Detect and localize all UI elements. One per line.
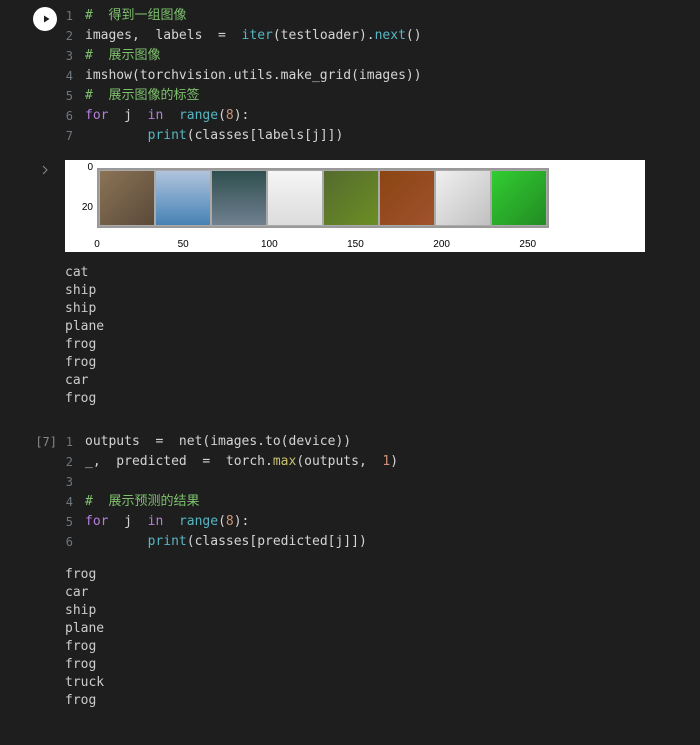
code-line: 6 print(classes[predicted[j]]) [65, 532, 690, 552]
line-number: 1 [65, 432, 85, 452]
thumbnail-frog [379, 170, 435, 226]
output-line: plane [65, 620, 690, 638]
output-line: cat [65, 264, 690, 282]
output-line: frog [65, 656, 690, 674]
line-number: 1 [65, 6, 85, 26]
thumbnail-cat [99, 170, 155, 226]
code-cell-2: [7] 1outputs = net(images.to(device))2_,… [0, 426, 700, 560]
code-line: 1# 得到一组图像 [65, 6, 690, 26]
output-line: plane [65, 318, 690, 336]
y-tick-label: 20 [75, 199, 93, 217]
output-line: car [65, 372, 690, 390]
x-tick-label: 100 [261, 236, 278, 254]
code-body-1[interactable]: 1# 得到一组图像2images, labels = iter(testload… [65, 0, 700, 154]
run-button[interactable] [33, 7, 57, 31]
code-line: 2_, predicted = torch.max(outputs, 1) [65, 452, 690, 472]
cell-gutter: [7] [0, 426, 65, 560]
code-body-2[interactable]: 1outputs = net(images.to(device))2_, pre… [65, 426, 700, 560]
code-line: 2images, labels = iter(testloader).next(… [65, 26, 690, 46]
output-line: ship [65, 602, 690, 620]
output-icon[interactable] [37, 160, 53, 416]
code-line: 6for j in range(8): [65, 106, 690, 126]
output-gutter [0, 562, 65, 718]
y-tick-label: 0 [75, 159, 93, 177]
output-line: frog [65, 638, 690, 656]
code-line: 3 [65, 472, 690, 492]
play-icon [40, 13, 52, 25]
line-number: 7 [65, 126, 85, 146]
output-line: ship [65, 282, 690, 300]
thumbnail-ship [211, 170, 267, 226]
stdout-text-1: catshipshipplanefrogfrogcarfrog [65, 264, 690, 408]
line-number: 3 [65, 46, 85, 66]
output-body-2: frogcarshipplanefrogfrogtruckfrog [65, 562, 700, 718]
code-cell-1: 1# 得到一组图像2images, labels = iter(testload… [0, 0, 700, 154]
code-line: 1outputs = net(images.to(device)) [65, 432, 690, 452]
output-line: truck [65, 674, 690, 692]
thumbnail-ship [155, 170, 211, 226]
output-line: frog [65, 390, 690, 408]
code-line: 7 print(classes[labels[j]]) [65, 126, 690, 146]
code-line: 5# 展示图像的标签 [65, 86, 690, 106]
code-line: 4# 展示预测的结果 [65, 492, 690, 512]
stdout-text-2: frogcarshipplanefrogfrogtruckfrog [65, 566, 690, 710]
line-number: 2 [65, 452, 85, 472]
x-tick-label: 200 [433, 236, 450, 254]
x-tick-label: 50 [178, 236, 189, 254]
cell-gutter [0, 0, 65, 154]
line-number: 4 [65, 492, 85, 512]
code-line: 5for j in range(8): [65, 512, 690, 532]
line-number: 3 [65, 472, 85, 492]
line-number: 2 [65, 26, 85, 46]
output-body-1: 020050100150200250 catshipshipplanefrogf… [65, 156, 700, 416]
code-line: 4imshow(torchvision.utils.make_grid(imag… [65, 66, 690, 86]
output-area-1: 020050100150200250 catshipshipplanefrogf… [0, 156, 700, 416]
line-number: 5 [65, 86, 85, 106]
execution-count: [7] [35, 433, 57, 560]
image-grid [97, 168, 549, 228]
x-tick-label: 0 [94, 236, 100, 254]
x-tick-label: 150 [347, 236, 364, 254]
output-gutter [0, 156, 65, 416]
output-area-2: frogcarshipplanefrogfrogtruckfrog [0, 562, 700, 718]
matplotlib-figure: 020050100150200250 [65, 160, 645, 252]
output-line: frog [65, 336, 690, 354]
line-number: 5 [65, 512, 85, 532]
thumbnail-car [435, 170, 491, 226]
thumbnail-frog [491, 170, 547, 226]
line-number: 6 [65, 106, 85, 126]
code-line: 3# 展示图像 [65, 46, 690, 66]
output-line: frog [65, 566, 690, 584]
line-number: 6 [65, 532, 85, 552]
thumbnail-frog [323, 170, 379, 226]
output-line: frog [65, 692, 690, 710]
thumbnail-plane [267, 170, 323, 226]
x-tick-label: 250 [519, 236, 536, 254]
line-number: 4 [65, 66, 85, 86]
output-line: ship [65, 300, 690, 318]
output-line: car [65, 584, 690, 602]
output-line: frog [65, 354, 690, 372]
